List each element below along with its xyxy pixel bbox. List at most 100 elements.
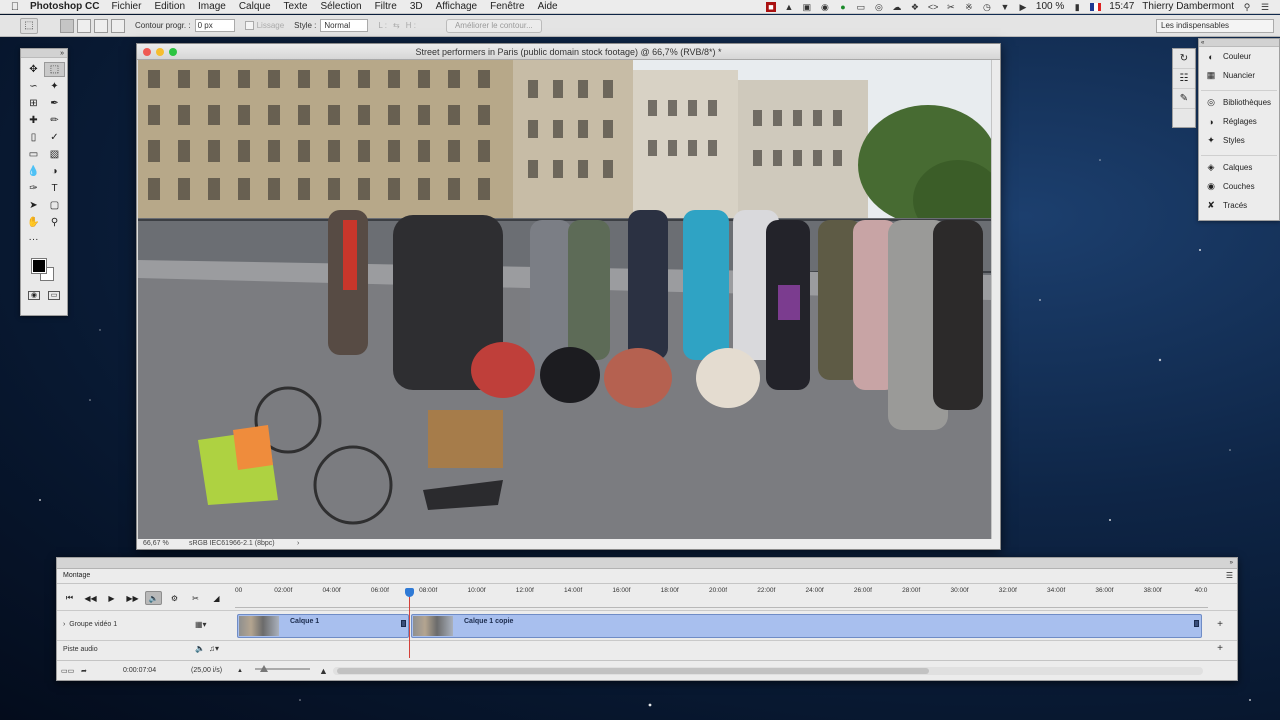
style-select[interactable]: Normal — [320, 19, 369, 32]
zoom-out-mountain-icon[interactable]: ▲ — [237, 668, 243, 674]
time-ruler[interactable]: 00 02:00f 04:00f 06:00f 08:00f 10:00f 12:00f 14… — [235, 587, 1207, 599]
panel-reglages[interactable]: ◑ Réglages — [1199, 112, 1279, 131]
audio-track-label[interactable]: Piste audio — [63, 646, 98, 653]
screen-mode-icon[interactable]: ▭ — [48, 291, 60, 300]
menu-edition[interactable]: Edition — [154, 1, 185, 12]
eyedropper-icon[interactable]: ✒ — [44, 96, 65, 111]
menu-fenetre[interactable]: Fenêtre — [490, 1, 524, 12]
dodge-icon[interactable]: ◑ — [44, 164, 65, 179]
tools-panel-grip[interactable]: » — [21, 49, 67, 58]
audio-mute-icon[interactable]: 🔈 — [145, 591, 162, 605]
document-titlebar[interactable]: Street performers in Paris (public domai… — [137, 44, 1000, 60]
work-area-bar[interactable] — [235, 599, 1208, 608]
menu-image[interactable]: Image — [198, 1, 226, 12]
clock[interactable]: 15:47 — [1109, 1, 1134, 12]
panel-bibliotheques[interactable]: ◎ Bibliothèques — [1199, 93, 1279, 112]
previous-frame-icon[interactable]: ◀◀ — [82, 591, 99, 605]
adobe-tray-icon[interactable]: ■ — [765, 1, 776, 12]
display-icon[interactable]: ▭ — [856, 2, 866, 12]
playhead[interactable] — [405, 588, 414, 658]
dropbox-icon[interactable]: ❖ — [910, 2, 920, 12]
split-scissors-icon[interactable]: ✂ — [187, 591, 204, 605]
time-machine-icon[interactable]: ◷ — [982, 2, 992, 12]
clip-end-marker-icon[interactable] — [1194, 620, 1199, 627]
clone-stamp-icon[interactable]: ▯ — [23, 130, 44, 145]
battery-icon[interactable]: ▮ — [1072, 2, 1082, 12]
timeline-scrollbar-thumb[interactable] — [337, 668, 929, 674]
type-icon[interactable]: T — [44, 181, 65, 196]
add-audio-plus-icon[interactable]: + — [1217, 643, 1223, 654]
new-selection-mode[interactable] — [60, 18, 74, 33]
video-group-label[interactable]: Groupe vidéo 1 — [69, 621, 117, 628]
panels-dock-grip[interactable]: « — [1199, 39, 1279, 47]
zoom-level[interactable]: 66,67 % — [143, 539, 189, 549]
zoom-in-mountain-icon[interactable]: ▲ — [319, 666, 328, 676]
music-note-icon[interactable]: ♫▾ — [209, 644, 219, 653]
canvas-vertical-scrollbar[interactable] — [991, 60, 1000, 540]
evernote-icon[interactable]: ◉ — [820, 2, 830, 12]
antialias-checkbox[interactable] — [244, 21, 254, 30]
battery-percent[interactable]: 100 % — [1036, 1, 1064, 12]
lasso-icon[interactable]: ∽ — [23, 79, 44, 94]
refine-edge-button[interactable]: Améliorer le contour... — [445, 18, 542, 33]
green-app-icon[interactable]: ● — [838, 2, 848, 12]
image-canvas[interactable] — [138, 60, 991, 540]
volume-icon[interactable]: ▶ — [1018, 2, 1028, 12]
menu-3d[interactable]: 3D — [410, 1, 423, 12]
tool-preset-picker[interactable]: ⬚ — [20, 17, 38, 34]
add-selection-mode[interactable] — [77, 18, 91, 33]
menu-filtre[interactable]: Filtre — [375, 1, 397, 12]
bluetooth-icon[interactable]: ※ — [964, 2, 974, 12]
next-frame-icon[interactable]: ▶▶ — [124, 591, 141, 605]
render-video-icon[interactable]: ➦ — [81, 667, 87, 675]
clip-end-marker-icon[interactable] — [401, 620, 406, 627]
path-selection-icon[interactable]: ➤ — [23, 198, 44, 213]
user-name[interactable]: Thierry Dambermont — [1142, 1, 1234, 12]
brush-icon[interactable]: ✏ — [44, 113, 65, 128]
film-strip-icon[interactable]: ▦▾ — [195, 620, 207, 629]
panel-styles[interactable]: ✦ Styles — [1199, 131, 1279, 150]
audio-volume-icon[interactable]: 🔈 — [195, 644, 205, 653]
menu-texte[interactable]: Texte — [284, 1, 308, 12]
play-icon[interactable]: ▶ — [103, 591, 120, 605]
panel-traces[interactable]: ✘ Tracés — [1199, 196, 1279, 215]
gradient-icon[interactable]: ▧ — [44, 147, 65, 162]
swap-icon[interactable]: ⇆ — [393, 21, 400, 30]
subtract-selection-mode[interactable] — [94, 18, 108, 33]
properties-panel-icon[interactable]: ☷ — [1173, 69, 1195, 89]
transition-icon[interactable]: ◢ — [208, 591, 225, 605]
playback-settings-gear-icon[interactable]: ⚙ — [166, 591, 183, 605]
history-panel-icon[interactable]: ↻ — [1173, 49, 1195, 69]
more-tools-icon[interactable]: ··· — [23, 232, 44, 247]
history-brush-icon[interactable]: ✓ — [44, 130, 65, 145]
current-timecode[interactable]: 0:00:07:04 — [123, 667, 191, 674]
panel-couleur[interactable]: ◐ Couleur — [1199, 47, 1279, 66]
french-flag-icon[interactable] — [1090, 2, 1102, 11]
tab-montage[interactable]: Montage — [57, 569, 101, 583]
zoom-icon[interactable]: ⚲ — [44, 215, 65, 230]
minimize-window-icon[interactable] — [156, 48, 164, 56]
move-tool-icon[interactable]: ✥ — [23, 62, 44, 77]
quick-mask-icon[interactable]: ◉ — [28, 291, 40, 300]
code-icon[interactable]: <> — [928, 2, 939, 12]
zoom-window-icon[interactable] — [169, 48, 177, 56]
add-media-plus-icon[interactable]: + — [1217, 619, 1223, 630]
cloud-icon[interactable]: ☁ — [892, 2, 902, 12]
healing-brush-icon[interactable]: ✚ — [23, 113, 44, 128]
apple-icon[interactable]:  — [0, 1, 30, 13]
timeline-zoom-slider[interactable] — [255, 665, 310, 672]
menu-affichage[interactable]: Affichage — [436, 1, 478, 12]
menu-fichier[interactable]: Fichier — [111, 1, 141, 12]
menu-aide[interactable]: Aide — [538, 1, 558, 12]
panel-couches[interactable]: ◉ Couches — [1199, 177, 1279, 196]
hand-icon[interactable]: ✋ — [23, 215, 44, 230]
notification-list-icon[interactable]: ☰ — [1260, 2, 1270, 12]
intersect-selection-mode[interactable] — [111, 18, 125, 33]
pen-icon[interactable]: ✑ — [23, 181, 44, 196]
wifi-icon[interactable]: ▼ — [1000, 2, 1010, 12]
playhead-handle[interactable] — [405, 588, 414, 597]
eraser-icon[interactable]: ▭ — [23, 147, 44, 162]
crop-icon[interactable]: ⊞ — [23, 96, 44, 111]
blur-icon[interactable]: 💧 — [23, 164, 44, 179]
foreground-color-swatch[interactable] — [31, 258, 47, 274]
